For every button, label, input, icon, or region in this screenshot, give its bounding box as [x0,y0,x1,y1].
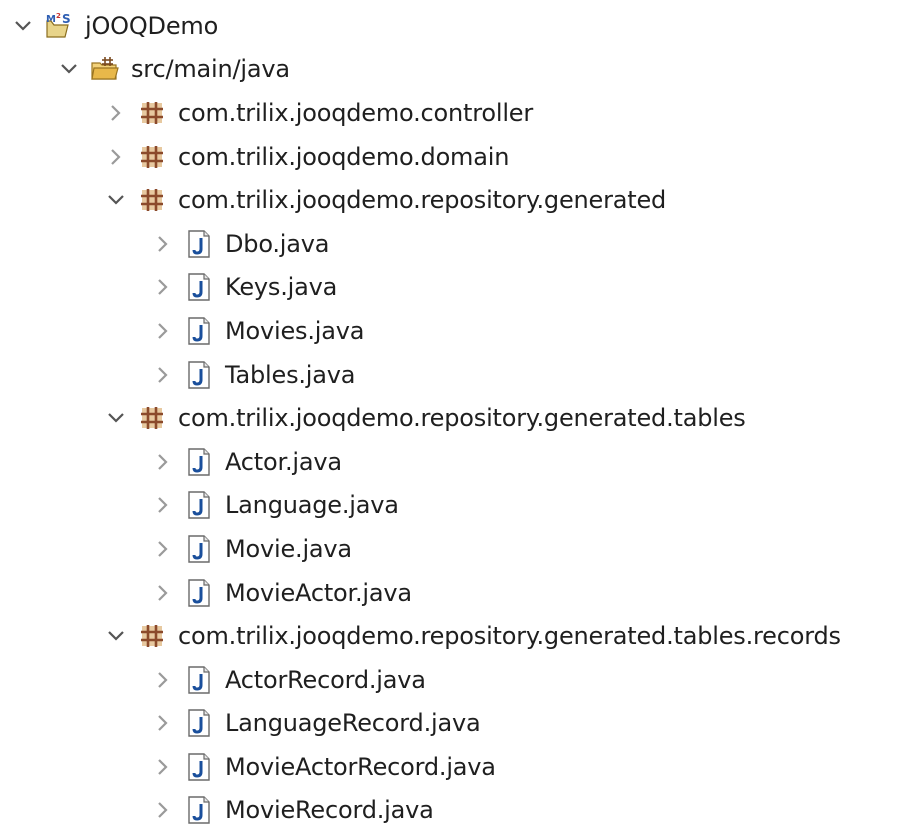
tree-item-java-file[interactable]: Keys.java [0,266,915,310]
project-explorer-tree: M 2 SjOOQDemo src/main/java com.trilix.jooqd… [0,4,915,832]
source-folder-icon [90,54,120,84]
tree-item-label: ActorRecord.java [225,665,426,694]
chevron-down-icon[interactable] [103,405,129,431]
tree-item-package[interactable]: com.trilix.jooqdemo.domain [0,135,915,179]
java-file-icon [184,578,214,608]
java-file-icon [184,490,214,520]
package-icon [137,142,167,172]
svg-text:M: M [46,14,56,25]
tree-item-label: com.trilix.jooqdemo.repository.generated… [178,622,841,651]
tree-item-label: MovieActorRecord.java [225,752,496,781]
java-file-icon [184,752,214,782]
chevron-down-icon[interactable] [56,56,82,82]
chevron-right-icon[interactable] [150,362,176,388]
chevron-right-icon[interactable] [103,144,129,170]
tree-item-label: MovieActor.java [225,578,412,607]
tree-item-label: com.trilix.jooqdemo.repository.generated [178,186,667,215]
chevron-right-icon[interactable] [150,580,176,606]
java-file-icon [184,708,214,738]
tree-item-label: Movie.java [225,534,352,563]
java-file-icon [184,272,214,302]
tree-item-label: Tables.java [225,360,356,389]
tree-item-source-folder[interactable]: src/main/java [0,48,915,92]
tree-item-package[interactable]: com.trilix.jooqdemo.repository.generated… [0,396,915,440]
tree-item-label: Movies.java [225,316,365,345]
tree-item-java-file[interactable]: MovieRecord.java [0,789,915,832]
chevron-right-icon[interactable] [150,492,176,518]
chevron-right-icon[interactable] [150,797,176,823]
java-file-icon [184,534,214,564]
java-file-icon [184,447,214,477]
maven-project-icon: M2S [44,11,74,41]
chevron-right-icon[interactable] [150,667,176,693]
tree-item-java-file[interactable]: Dbo.java [0,222,915,266]
tree-item-java-file[interactable]: Movies.java [0,309,915,353]
tree-item-label: com.trilix.jooqdemo.repository.generated… [178,404,746,433]
tree-item-java-file[interactable]: Language.java [0,484,915,528]
java-file-icon [184,360,214,390]
java-file-icon [184,665,214,695]
tree-item-package[interactable]: com.trilix.jooqdemo.controller [0,91,915,135]
tree-item-label: MovieRecord.java [225,796,434,825]
java-file-icon [184,229,214,259]
chevron-down-icon[interactable] [103,623,129,649]
tree-item-java-file[interactable]: Movie.java [0,527,915,571]
tree-item-label: com.trilix.jooqdemo.domain [178,142,510,171]
package-icon [137,98,167,128]
tree-item-java-file[interactable]: MovieActor.java [0,571,915,615]
java-file-icon [184,795,214,825]
package-icon [137,185,167,215]
tree-item-label: Dbo.java [225,229,330,258]
tree-item-label: src/main/java [131,55,290,84]
package-icon [137,403,167,433]
tree-item-label: Keys.java [225,273,338,302]
svg-text:2: 2 [56,12,61,20]
chevron-right-icon[interactable] [150,536,176,562]
tree-item-label: LanguageRecord.java [225,709,481,738]
chevron-down-icon[interactable] [103,187,129,213]
tree-item-java-file[interactable]: LanguageRecord.java [0,702,915,746]
tree-item-package[interactable]: com.trilix.jooqdemo.repository.generated [0,178,915,222]
tree-item-project[interactable]: M 2 SjOOQDemo [0,4,915,48]
svg-text:S: S [62,12,71,26]
java-file-icon [184,316,214,346]
chevron-right-icon[interactable] [150,318,176,344]
tree-item-java-file[interactable]: MovieActorRecord.java [0,745,915,789]
chevron-right-icon[interactable] [150,449,176,475]
chevron-right-icon[interactable] [150,754,176,780]
chevron-right-icon[interactable] [150,274,176,300]
tree-item-java-file[interactable]: ActorRecord.java [0,658,915,702]
tree-item-label: Language.java [225,491,399,520]
tree-item-label: com.trilix.jooqdemo.controller [178,98,534,127]
package-icon [137,621,167,651]
tree-item-label: Actor.java [225,447,342,476]
chevron-right-icon[interactable] [150,231,176,257]
chevron-right-icon[interactable] [150,710,176,736]
tree-item-label: jOOQDemo [85,11,219,40]
tree-item-package[interactable]: com.trilix.jooqdemo.repository.generated… [0,614,915,658]
chevron-right-icon[interactable] [103,100,129,126]
tree-item-java-file[interactable]: Tables.java [0,353,915,397]
chevron-down-icon[interactable] [10,13,36,39]
tree-item-java-file[interactable]: Actor.java [0,440,915,484]
